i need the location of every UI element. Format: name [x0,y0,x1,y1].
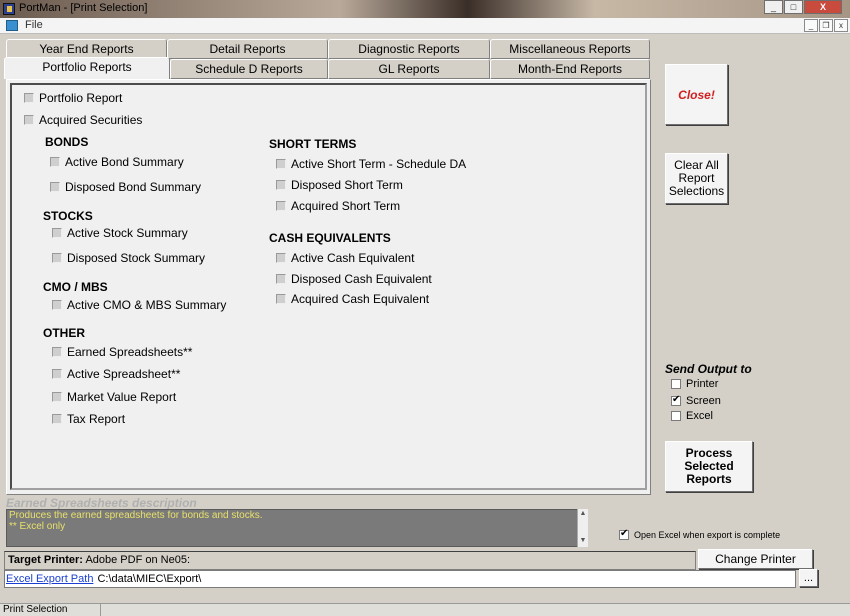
checkbox[interactable] [276,159,286,169]
minimize-button[interactable]: _ [764,0,783,14]
process-selected-reports-button[interactable]: Process Selected Reports [665,441,753,492]
excel-export-path-field[interactable]: Excel Export Path C:\data\MIEC\Export\ [4,570,796,588]
checkbox[interactable] [52,300,62,310]
checkbox[interactable] [276,201,286,211]
checkbox[interactable] [52,369,62,379]
clear-all-selections-button[interactable]: Clear All Report Selections [665,153,728,204]
report-active-stock-summary[interactable]: Active Stock Summary [52,226,188,240]
report-acquired-short-term[interactable]: Acquired Short Term [276,199,400,213]
checkbox[interactable] [50,157,60,167]
tab-miscellaneous-reports[interactable]: Miscellaneous Reports [490,39,650,59]
checkbox[interactable] [50,182,60,192]
report-disposed-stock-summary[interactable]: Disposed Stock Summary [52,251,205,265]
output-excel[interactable]: Excel [671,410,713,422]
report-acquired-cash-equivalent[interactable]: Acquired Cash Equivalent [276,292,429,306]
status-bar: Print Selection [0,603,850,616]
checkbox[interactable] [671,379,681,389]
checkbox[interactable] [24,93,34,103]
target-printer-bar: Target Printer: Adobe PDF on Ne05: [4,551,696,570]
mdi-controls: _ ❐ x [803,19,848,32]
close-button[interactable]: Close! [665,64,728,125]
change-printer-button[interactable]: Change Printer [698,549,813,569]
checkbox[interactable] [276,253,286,263]
mdi-minimize-button[interactable]: _ [804,19,818,32]
checkbox[interactable] [52,347,62,357]
checkbox[interactable] [276,180,286,190]
browse-path-button[interactable]: ... [799,569,818,587]
checkbox[interactable] [276,294,286,304]
tab-month-end-reports[interactable]: Month-End Reports [490,59,650,79]
report-disposed-cash-equivalent[interactable]: Disposed Cash Equivalent [276,272,432,286]
document-icon[interactable] [6,20,18,31]
send-output-title: Send Output to [665,362,752,376]
checkbox[interactable] [276,274,286,284]
close-window-button[interactable]: X [804,0,842,14]
description-title: Earned Spreadsheets description [6,496,197,510]
scroll-up-icon[interactable]: ▲ [578,509,588,519]
mdi-close-button[interactable]: x [834,19,848,32]
target-printer-label: Target Printer: [8,554,83,566]
excel-export-path-value[interactable]: C:\data\MIEC\Export\ [97,573,201,585]
scroll-down-icon[interactable]: ▼ [578,536,588,546]
report-active-spreadsheet[interactable]: Active Spreadsheet** [52,367,180,381]
target-printer-value: Adobe PDF on Ne05: [85,554,191,566]
report-market-value-report[interactable]: Market Value Report [52,390,176,404]
checkbox[interactable] [52,392,62,402]
app-icon [3,3,15,15]
window-title: PortMan - [Print Selection] [19,2,148,14]
report-tax-report[interactable]: Tax Report [52,412,125,426]
checkbox-checked[interactable] [619,528,629,540]
menu-file[interactable]: File [25,19,43,31]
report-disposed-short-term[interactable]: Disposed Short Term [276,178,403,192]
checkbox[interactable] [52,414,62,424]
checkbox[interactable] [24,115,34,125]
section-header-bonds: BONDS [45,135,89,149]
tab-diagnostic-reports[interactable]: Diagnostic Reports [328,39,490,59]
checkbox[interactable] [671,411,681,421]
open-excel-option[interactable]: Open Excel when export is complete [619,528,780,540]
description-scrollbar[interactable]: ▲ ▼ [577,509,588,547]
output-screen[interactable]: Screen [671,394,721,407]
mdi-restore-button[interactable]: ❐ [819,19,833,32]
tab-portfolio-reports[interactable]: Portfolio Reports [4,57,170,79]
report-active-cmo-mbs-summary[interactable]: Active CMO & MBS Summary [52,298,226,312]
report-earned-spreadsheets[interactable]: Earned Spreadsheets** [52,345,192,359]
report-portfolio-report[interactable]: Portfolio Report [24,91,122,105]
section-header-short-terms: SHORT TERMS [269,137,357,151]
tab-year-end-reports[interactable]: Year End Reports [6,39,167,59]
report-disposed-bond-summary[interactable]: Disposed Bond Summary [50,180,201,194]
section-header-other: OTHER [43,326,85,340]
checkbox[interactable] [52,253,62,263]
section-header-cmo-mbs: CMO / MBS [43,280,108,294]
report-active-cash-equivalent[interactable]: Active Cash Equivalent [276,251,414,265]
tab-gl-reports[interactable]: GL Reports [328,59,490,79]
status-text: Print Selection [3,604,101,616]
report-active-bond-summary[interactable]: Active Bond Summary [50,155,184,169]
output-printer[interactable]: Printer [671,378,718,390]
tab-detail-reports[interactable]: Detail Reports [167,39,328,59]
tab-schedule-d-reports[interactable]: Schedule D Reports [170,59,328,79]
excel-export-path-link[interactable]: Excel Export Path [6,573,93,585]
checkbox-checked[interactable] [671,394,681,406]
description-text: Produces the earned spreadsheets for bon… [9,510,263,532]
checkbox[interactable] [52,228,62,238]
report-active-short-term[interactable]: Active Short Term - Schedule DA [276,157,466,171]
section-header-stocks: STOCKS [43,209,93,223]
window-controls: _ □ X [764,0,844,15]
section-header-cash-equivalents: CASH EQUIVALENTS [269,231,391,245]
report-acquired-securities[interactable]: Acquired Securities [24,113,142,127]
maximize-button[interactable]: □ [784,0,803,14]
menu-bar [0,18,850,34]
